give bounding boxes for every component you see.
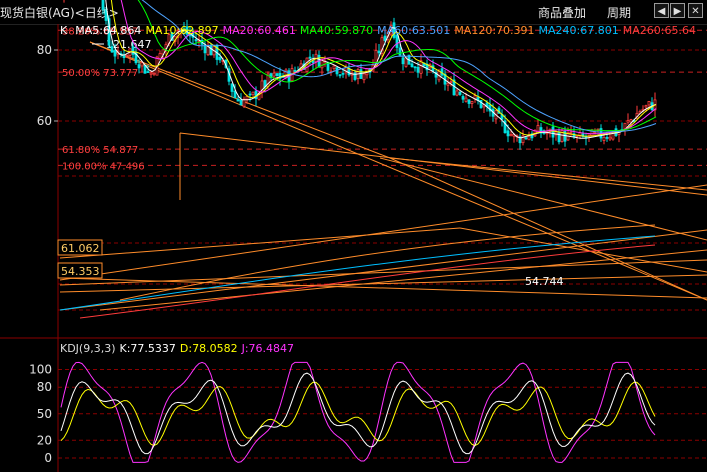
kdj-tick-label: 50 [37,407,52,421]
legend-ma120: MA120:70.391 [454,24,535,37]
legend-ma260: MA260:65.64 [622,24,696,37]
kdj-legend-title: KDJ(9,3,3) [60,342,116,355]
low-price-label: 54.744 [525,275,564,288]
series-label: K [60,24,68,37]
candle-body [416,66,420,73]
candle-body [101,0,105,10]
candle-body [110,46,114,53]
ma20-line [120,0,657,135]
legend-ma10: MA10:62.897 [145,24,219,37]
chart-canvas[interactable]: 12010080600.00% 121.64723.60% 98.94038.2… [0,0,707,472]
candle-body [644,105,648,108]
legend-ma5: MA5:64.864 [75,24,142,37]
candle-body [509,134,513,137]
fib-level-label: 50.00% 73.777 [62,68,138,79]
candle-body [152,72,156,75]
candle-body [587,133,591,136]
ma-legend: K MA5:64.864 MA10:62.897 MA20:60.461 MA40:59… [60,24,700,40]
candle-body [461,95,465,100]
candle-body [458,91,462,95]
kdj-legend-j: J:76.4847 [241,342,295,355]
candle-body [149,72,153,75]
fib-level-label: 100.00% 47.496 [62,161,145,172]
candle-body [470,101,474,104]
candle-body [377,50,381,54]
trend-line [389,157,707,191]
candle-body [626,120,630,123]
candle-body [398,47,402,56]
candle-body [209,45,213,56]
candle-body [446,82,450,86]
candle-body [140,62,144,67]
ma10-line [110,0,657,137]
candle-body [248,93,252,96]
kdj-tick-label: 0 [44,451,52,465]
kdj-legend-d: D:78.0582 [179,342,238,355]
candle-body [332,65,336,70]
candle-body [449,81,453,83]
candle-body [629,119,633,123]
candle-body [131,46,135,55]
candle-body [338,74,342,77]
kdj-tick-label: 80 [37,380,52,394]
fib-level-label: 61.80% 54.877 [62,145,138,156]
candle-body [464,97,468,102]
trend-line [59,227,461,259]
kdj-tick-label: 100 [29,363,52,377]
kdj-tick-label: 20 [37,433,52,447]
candle-body [203,44,207,54]
candle-body [218,56,222,61]
candle-body [341,72,345,75]
trend-line [59,277,707,299]
candle-body [608,136,612,140]
candle-body [401,57,405,65]
candle-body [251,91,255,96]
candle-body [623,122,627,130]
candle-body [413,66,417,69]
price-box-label: 61.062 [61,242,100,255]
candle-body [602,137,606,141]
trend-line [59,184,707,281]
price-tick-label: 80 [37,43,52,57]
candle-body [506,130,510,137]
candle-body [230,83,234,92]
candle-body [605,136,609,139]
trend-line [179,132,707,196]
candle-body [455,90,459,96]
candle-body [308,56,312,59]
candle-body [275,73,279,76]
candle-body [236,98,240,102]
candle-body [293,70,297,72]
candle-body [113,50,117,57]
candle-body [137,64,141,69]
price-box-label: 54.353 [61,265,100,278]
kdj-legend: KDJ(9,3,3) K:77.5337 D:78.0582 J:76.4847 [60,342,298,355]
legend-ma240: MA240:67.801 [538,24,619,37]
candle-body [242,98,246,107]
candle-body [569,131,573,134]
trend-line [59,229,707,311]
kdj-legend-k: K:77.5337 [119,342,176,355]
candle-body [410,63,414,68]
legend-ma60: MA60:63.501 [377,24,451,37]
candle-body [647,100,651,106]
kdj-j-line [60,361,656,463]
candle-body [551,126,555,138]
price-tick-label: 60 [37,114,52,128]
candle-body [524,137,528,140]
candle-body [359,69,363,79]
trend-line [379,157,707,241]
candle-body [146,71,150,73]
candle-body [125,54,129,57]
legend-ma20: MA20:60.461 [222,24,296,37]
candle-body [239,99,243,106]
candle-body [527,135,531,141]
candle-body [467,99,471,104]
candle-body [272,72,276,77]
legend-ma40: MA40:59.870 [299,24,374,37]
candle-body [362,73,366,81]
